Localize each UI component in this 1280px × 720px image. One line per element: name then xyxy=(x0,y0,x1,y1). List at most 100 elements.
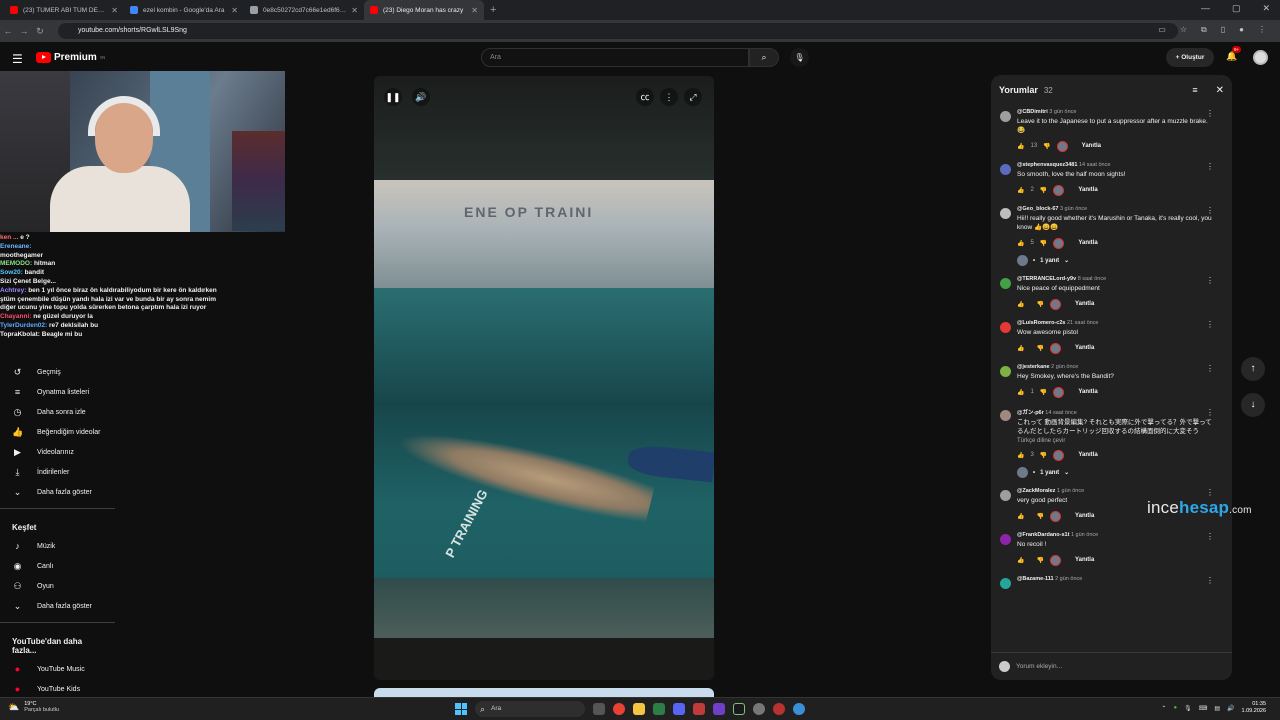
comment-more-icon[interactable]: ⋮ xyxy=(1206,364,1214,373)
reply-button[interactable]: Yanıtla xyxy=(1078,240,1097,246)
sort-icon[interactable]: ≡ xyxy=(1192,85,1197,95)
dislike-icon[interactable]: 👎 xyxy=(1036,557,1043,564)
reply-button[interactable]: Yanıtla xyxy=(1075,557,1094,563)
volume-tray-icon[interactable]: 🔊 xyxy=(1227,705,1234,712)
search-input[interactable]: Ara xyxy=(481,48,749,67)
discord-icon[interactable] xyxy=(673,703,685,715)
comment-more-icon[interactable]: ⋮ xyxy=(1206,206,1214,215)
view-replies-button[interactable]: • 1 yanıt ⌄ xyxy=(1017,255,1212,266)
comment-author[interactable]: @ガン-p6r xyxy=(1017,410,1044,416)
profile-icon[interactable]: ● xyxy=(1239,25,1244,35)
search-button[interactable]: ⌕ xyxy=(749,48,779,67)
like-icon[interactable]: 👍 xyxy=(1017,345,1024,352)
voice-search-button[interactable]: 🎙 xyxy=(790,48,809,67)
comment-author[interactable]: @Geo_block-67 xyxy=(1017,206,1058,212)
file-explorer-icon[interactable] xyxy=(633,703,645,715)
add-comment-field[interactable]: Yorum ekleyin... xyxy=(991,652,1232,680)
comment-author[interactable]: @Bazame-111 xyxy=(1017,576,1054,582)
extensions-icon[interactable]: ⧉ xyxy=(1201,25,1207,35)
hamburger-menu-icon[interactable]: ☰ xyxy=(12,52,23,66)
reply-button[interactable]: Yanıtla xyxy=(1078,389,1097,395)
commenter-avatar[interactable] xyxy=(1000,578,1011,589)
reply-button[interactable]: Yanıtla xyxy=(1075,345,1094,351)
mic-tray-icon[interactable]: 🎙 xyxy=(1184,705,1192,712)
more-options-button[interactable]: ⋮ xyxy=(660,88,678,106)
url-field[interactable]: youtube.com/shorts/RGwlLSL9Sng xyxy=(58,23,1178,39)
back-icon[interactable]: ← xyxy=(0,26,16,36)
chrome-icon[interactable] xyxy=(613,703,625,715)
dislike-icon[interactable]: 👎 xyxy=(1040,240,1047,247)
commenter-avatar[interactable] xyxy=(1000,410,1011,421)
comment-more-icon[interactable]: ⋮ xyxy=(1206,576,1214,585)
tab-close-icon[interactable]: ✕ xyxy=(351,6,358,15)
comment-more-icon[interactable]: ⋮ xyxy=(1206,320,1214,329)
view-replies-button[interactable]: • 1 yanıt ⌄ xyxy=(1017,467,1212,478)
taskbar-clock[interactable]: 01:35 1.09.2026 xyxy=(1242,701,1266,715)
chevron-up-icon[interactable]: ⌃ xyxy=(1161,705,1166,712)
comment-author[interactable]: @FrankDardano-s1t xyxy=(1017,532,1069,538)
sidebar-item[interactable]: ⌄ Daha fazla göster xyxy=(0,482,115,502)
youtube-premium-logo[interactable]: Premium TR xyxy=(36,52,105,63)
star-icon[interactable]: ☆ xyxy=(1180,25,1187,35)
sidebar-item[interactable]: ◷ Daha sonra izle xyxy=(0,402,115,422)
windows-start-icon[interactable] xyxy=(455,703,467,715)
sidepanel-icon[interactable]: ▯ xyxy=(1221,25,1225,35)
dislike-icon[interactable]: 👎 xyxy=(1036,513,1043,520)
comment-more-icon[interactable]: ⋮ xyxy=(1206,109,1214,118)
commenter-avatar[interactable] xyxy=(1000,490,1011,501)
like-icon[interactable]: 👍 xyxy=(1017,452,1024,459)
tab-close-icon[interactable]: ✕ xyxy=(111,6,118,15)
comment-author[interactable]: @jesterkane xyxy=(1017,364,1050,370)
sidebar-item[interactable]: ▶ Videolarınız xyxy=(0,442,115,462)
sidebar-item[interactable]: 👍 Beğendiğim videolar xyxy=(0,422,115,442)
terminal-icon[interactable] xyxy=(733,703,745,715)
dislike-icon[interactable]: 👎 xyxy=(1036,345,1043,352)
commenter-avatar[interactable] xyxy=(1000,322,1011,333)
translate-link[interactable]: Türkçe diline çevir xyxy=(1017,438,1212,444)
commenter-avatar[interactable] xyxy=(1000,278,1011,289)
dislike-icon[interactable]: 👎 xyxy=(1040,187,1047,194)
reply-button[interactable]: Yanıtla xyxy=(1075,513,1094,519)
app-icon[interactable] xyxy=(693,703,705,715)
new-tab-button[interactable]: + xyxy=(490,4,496,16)
previous-short-button[interactable]: ↑ xyxy=(1241,357,1265,381)
comment-more-icon[interactable]: ⋮ xyxy=(1206,162,1214,171)
tab-close-icon[interactable]: ✕ xyxy=(471,6,478,15)
create-button[interactable]: + Oluştur xyxy=(1166,48,1214,67)
reply-button[interactable]: Yanıtla xyxy=(1078,452,1097,458)
maximize-icon[interactable]: ▢ xyxy=(1232,3,1241,14)
sidebar-item[interactable]: ⌄ Daha fazla göster xyxy=(0,596,115,616)
like-icon[interactable]: 👍 xyxy=(1017,389,1024,396)
minimize-icon[interactable]: — xyxy=(1201,3,1210,14)
pause-button[interactable]: ❚❚ xyxy=(384,88,402,106)
dislike-icon[interactable]: 👎 xyxy=(1043,143,1050,150)
taskbar-search[interactable]: Ara xyxy=(475,701,585,717)
edge-icon[interactable] xyxy=(793,703,805,715)
sidebar-item[interactable]: ♪ Müzik xyxy=(0,536,115,556)
commenter-avatar[interactable] xyxy=(1000,208,1011,219)
sidebar-item[interactable]: ≡ Oynatma listeleri xyxy=(0,382,115,402)
like-icon[interactable]: 👍 xyxy=(1017,301,1024,308)
reply-button[interactable]: Yanıtla xyxy=(1082,143,1101,149)
browser-tab[interactable]: (23) Diego Moran has crazy ✕ xyxy=(364,0,484,20)
close-icon[interactable]: ✕ xyxy=(1216,85,1224,96)
like-icon[interactable]: 👍 xyxy=(1017,513,1024,520)
settings-icon[interactable] xyxy=(753,703,765,715)
app-icon-3[interactable] xyxy=(773,703,785,715)
like-icon[interactable]: 👍 xyxy=(1017,187,1024,194)
sidebar-item[interactable]: ● YouTube Music xyxy=(0,659,115,679)
spotify-icon[interactable] xyxy=(653,703,665,715)
comment-author[interactable]: @stephenvasquez3481 xyxy=(1017,162,1077,168)
comment-more-icon[interactable]: ⋮ xyxy=(1206,532,1214,541)
comment-author[interactable]: @LuisRomero-c2s xyxy=(1017,320,1065,326)
network-status-icon[interactable]: ● xyxy=(1173,705,1177,711)
reply-button[interactable]: Yanıtla xyxy=(1075,301,1094,307)
comment-author[interactable]: @CBDimitri xyxy=(1017,109,1048,115)
task-view-icon[interactable] xyxy=(593,703,605,715)
close-window-icon[interactable]: ✕ xyxy=(1262,3,1270,14)
comment-more-icon[interactable]: ⋮ xyxy=(1206,488,1214,497)
sidebar-item[interactable]: ● YouTube Kids xyxy=(0,679,115,699)
dislike-icon[interactable]: 👎 xyxy=(1040,452,1047,459)
fullscreen-button[interactable]: ⤢ xyxy=(684,88,702,106)
cast-icon[interactable]: ▭ xyxy=(1158,25,1166,35)
